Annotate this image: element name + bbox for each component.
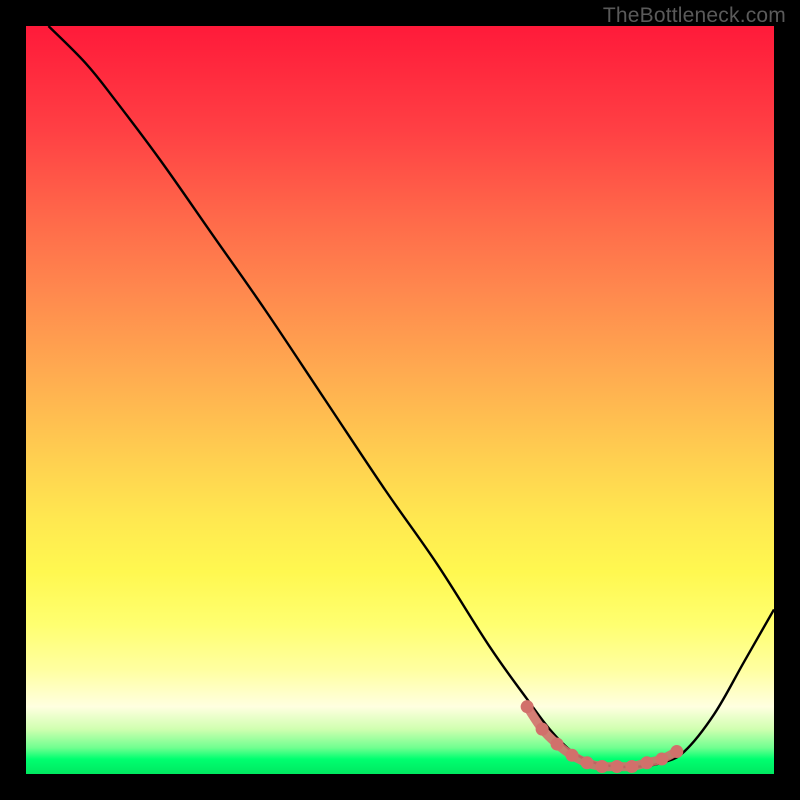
optimum-connector <box>527 707 677 767</box>
optimum-marker <box>536 723 549 736</box>
chart-plot-area <box>26 26 774 774</box>
optimum-marker <box>640 756 653 769</box>
optimum-marker <box>581 756 594 769</box>
optimum-marker <box>551 738 564 751</box>
optimum-marker <box>595 760 608 773</box>
optimum-marker <box>566 749 579 762</box>
optimum-marker <box>610 760 623 773</box>
watermark-text: TheBottleneck.com <box>603 4 786 28</box>
optimum-marker <box>521 700 534 713</box>
optimum-markers <box>521 700 684 773</box>
chart-markers-layer <box>26 26 774 774</box>
optimum-marker <box>670 745 683 758</box>
optimum-marker <box>655 753 668 766</box>
optimum-marker <box>625 760 638 773</box>
